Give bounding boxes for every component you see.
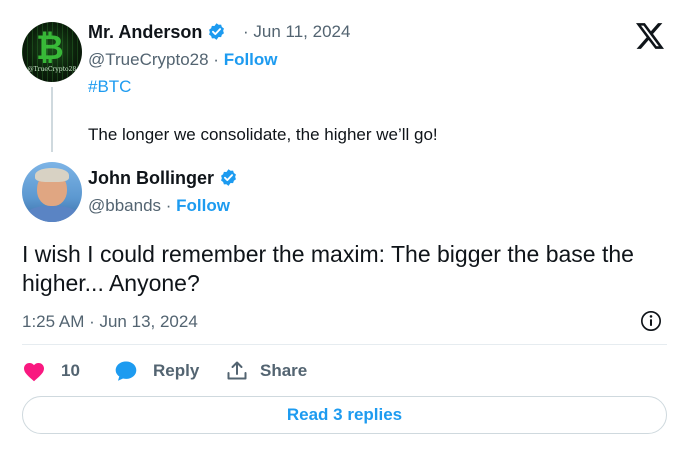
chat-bubble-icon	[115, 361, 137, 381]
author-handle-row: @TrueCrypto28 · Follow	[88, 50, 278, 70]
x-logo-icon[interactable]	[636, 23, 664, 49]
bitcoin-logo-icon: ₿	[36, 28, 64, 68]
verified-badge-icon	[221, 169, 236, 186]
share-label: Share	[260, 361, 308, 380]
action-bar: 10 Reply Share	[22, 355, 307, 387]
reply-author-name-text[interactable]: John Bollinger	[88, 168, 214, 188]
reply-timestamp[interactable]: 1:25 AM · Jun 13, 2024	[22, 312, 198, 332]
reply-label: Reply	[153, 361, 200, 380]
tweet-date[interactable]: · Jun 11, 2024	[243, 22, 350, 42]
verified-badge-icon	[209, 23, 225, 40]
tweet-text: The longer we consolidate, the higher we…	[88, 125, 438, 144]
author-name-text[interactable]: Mr. Anderson	[88, 22, 202, 42]
thread-connector-line	[51, 87, 53, 152]
avatar-shirt	[26, 206, 78, 222]
reply-author-handle[interactable]: @bbands ·	[88, 196, 171, 215]
reply-button[interactable]: Reply	[114, 359, 226, 383]
avatar-john-bollinger[interactable]	[22, 162, 82, 222]
reply-tweet-text: I wish I could remember the maxim: The b…	[22, 241, 634, 296]
reply-follow-button[interactable]: Follow	[176, 196, 230, 215]
share-button[interactable]: Share	[226, 360, 307, 382]
avatar-caption: @TrueCrypto28	[27, 66, 77, 73]
hashtag-link[interactable]: #BTC	[88, 77, 131, 97]
like-count: 10	[61, 361, 80, 380]
like-button[interactable]: 10	[22, 360, 114, 382]
author-name[interactable]: Mr. Anderson	[88, 22, 226, 43]
reply-author-handle-row: @bbands · Follow	[88, 196, 230, 216]
share-upload-icon	[227, 361, 247, 380]
heart-icon	[24, 363, 44, 382]
avatar-mr-anderson[interactable]: ₿ @TrueCrypto28	[22, 22, 82, 82]
info-icon[interactable]	[640, 310, 662, 332]
author-handle[interactable]: @TrueCrypto28 ·	[88, 50, 219, 69]
avatar-hair	[35, 168, 69, 182]
read-replies-button[interactable]: Read 3 replies	[22, 396, 667, 434]
divider	[22, 344, 667, 345]
follow-button[interactable]: Follow	[224, 50, 278, 69]
reply-author-name[interactable]: John Bollinger	[88, 168, 238, 189]
